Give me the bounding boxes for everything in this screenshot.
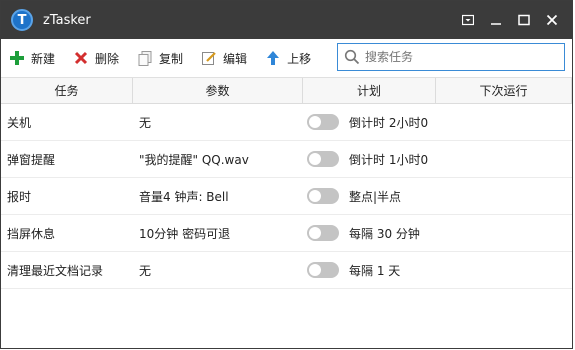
task-name: 报时 [7, 189, 32, 204]
task-plan-cell: 整点|半点 [303, 178, 436, 214]
task-plan: 倒计时 2小时0 [349, 115, 429, 130]
table-row[interactable]: 挡屏休息 10分钟 密码可退 每隔 30 分钟 [1, 215, 572, 252]
search-box[interactable] [337, 43, 565, 71]
column-header-task[interactable]: 任务 [1, 78, 133, 103]
task-plan-cell: 倒计时 2小时0 [303, 104, 436, 140]
dropdown-icon [462, 14, 474, 26]
enable-toggle[interactable] [307, 114, 339, 130]
task-list: 关机 无 倒计时 2小时0 弹窗提醒 "我的提醒" QQ.wav 倒计时 1小时… [1, 104, 572, 289]
window-title: zTasker [43, 12, 91, 28]
copy-icon [137, 50, 153, 66]
task-next-run [436, 178, 572, 214]
table-row[interactable]: 弹窗提醒 "我的提醒" QQ.wav 倒计时 1小时0 [1, 141, 572, 178]
app-logo-icon: T [11, 9, 33, 31]
task-params: "我的提醒" QQ.wav [139, 152, 249, 167]
table-row[interactable]: 关机 无 倒计时 2小时0 [1, 104, 572, 141]
copy-task-label: 复制 [159, 51, 184, 66]
menu-dropdown-button[interactable] [454, 1, 482, 39]
task-params: 音量4 钟声: Bell [139, 189, 229, 204]
move-up-button[interactable]: 上移 [263, 44, 313, 72]
task-params: 无 [139, 263, 152, 278]
search-input[interactable] [363, 49, 557, 65]
new-task-label: 新建 [31, 51, 56, 66]
table-row[interactable]: 清理最近文档记录 无 每隔 1 天 [1, 252, 572, 289]
task-params: 10分钟 密码可退 [139, 226, 231, 241]
enable-toggle[interactable] [307, 188, 339, 204]
edit-icon [201, 50, 217, 66]
task-plan-cell: 每隔 30 分钟 [303, 215, 436, 251]
task-next-run [436, 141, 572, 177]
column-header-params[interactable]: 参数 [133, 78, 303, 103]
task-plan-cell: 倒计时 1小时0 [303, 141, 436, 177]
task-next-run [436, 252, 572, 288]
task-next-run [436, 215, 572, 251]
edit-task-button[interactable]: 编辑 [199, 44, 249, 72]
delete-task-button[interactable]: 删除 [71, 44, 121, 72]
toolbar: 新建 删除 复制 编辑 上移 [1, 39, 572, 78]
move-up-label: 上移 [287, 51, 312, 66]
title-bar[interactable]: T zTasker [1, 1, 572, 39]
minimize-button[interactable] [482, 1, 510, 39]
column-header-plan[interactable]: 计划 [303, 78, 436, 103]
close-icon [546, 14, 558, 26]
enable-toggle[interactable] [307, 262, 339, 278]
app-window: T zTasker 新建 删除 复制 编辑 上移 搜索任务 任务 参数 计划 下… [0, 0, 573, 349]
task-plan: 每隔 30 分钟 [349, 226, 420, 241]
delete-x-icon [73, 50, 89, 66]
table-header: 任务 参数 计划 下次运行 [1, 78, 572, 104]
task-name: 清理最近文档记录 [7, 263, 104, 278]
task-plan: 每隔 1 天 [349, 263, 401, 278]
task-name: 挡屏休息 [7, 226, 56, 241]
task-next-run [436, 104, 572, 140]
enable-toggle[interactable] [307, 151, 339, 167]
arrow-up-icon [265, 50, 281, 66]
edit-task-label: 编辑 [223, 51, 248, 66]
task-plan-cell: 每隔 1 天 [303, 252, 436, 288]
task-plan: 倒计时 1小时0 [349, 152, 429, 167]
delete-task-label: 删除 [95, 51, 120, 66]
new-task-button[interactable]: 新建 [7, 44, 57, 72]
minimize-icon [491, 23, 501, 25]
plus-icon [9, 50, 25, 66]
column-header-next-run[interactable]: 下次运行 [436, 78, 572, 103]
task-params: 无 [139, 115, 152, 130]
maximize-button[interactable] [510, 1, 538, 39]
task-name: 弹窗提醒 [7, 152, 56, 167]
enable-toggle[interactable] [307, 225, 339, 241]
copy-task-button[interactable]: 复制 [135, 44, 185, 72]
search-icon [341, 46, 363, 68]
table-row[interactable]: 报时 音量4 钟声: Bell 整点|半点 [1, 178, 572, 215]
task-plan: 整点|半点 [349, 189, 402, 204]
close-button[interactable] [538, 1, 566, 39]
task-name: 关机 [7, 115, 32, 130]
maximize-icon [518, 14, 530, 26]
